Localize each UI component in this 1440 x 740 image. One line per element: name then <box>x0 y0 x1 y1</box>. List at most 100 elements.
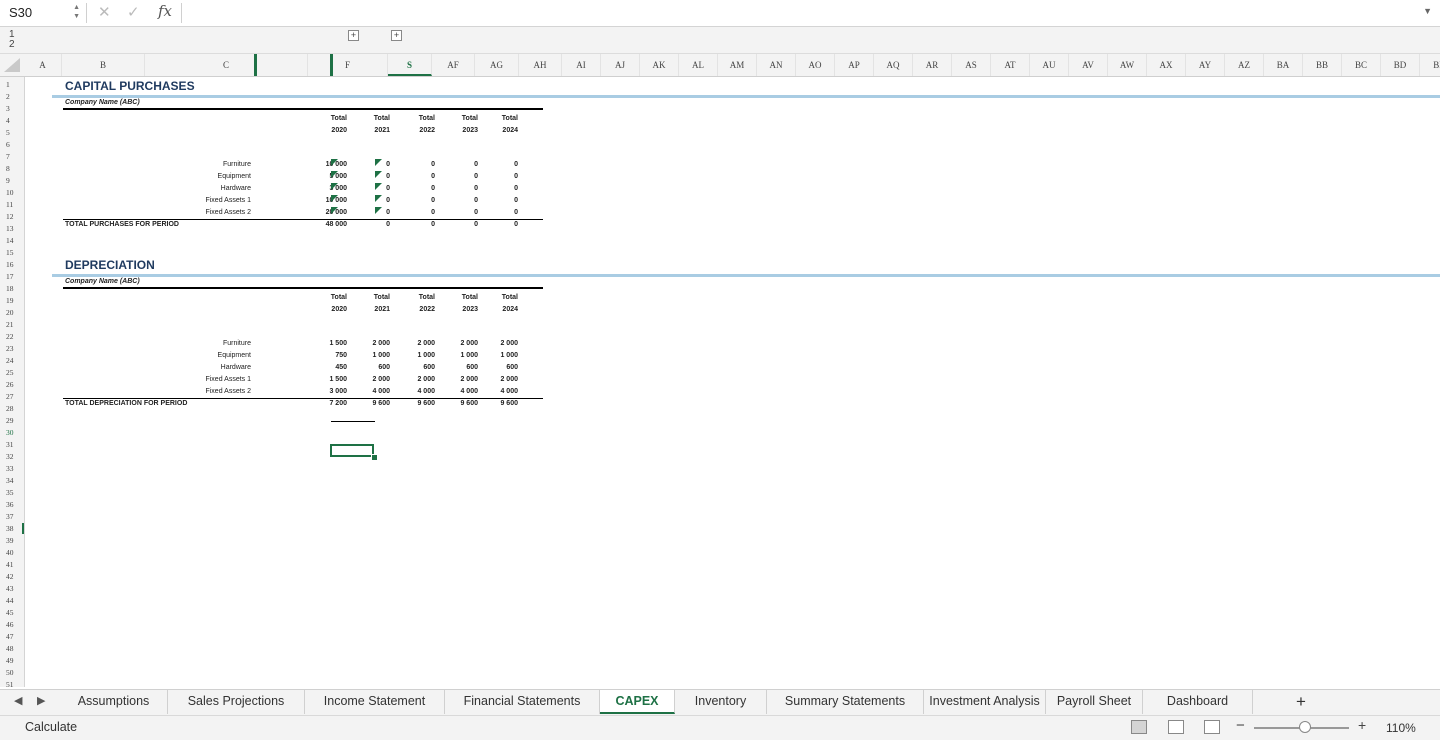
row-header-40[interactable]: 40 <box>0 548 28 557</box>
row-header-32[interactable]: 32 <box>0 452 28 461</box>
column-header-s[interactable]: S <box>388 54 432 76</box>
row-header-36[interactable]: 36 <box>0 500 28 509</box>
row-header-46[interactable]: 46 <box>0 620 28 629</box>
row-header-38[interactable]: 38 <box>0 524 28 533</box>
value-cell[interactable]: 4 000 <box>395 388 435 395</box>
column-header-ak[interactable]: AK <box>640 54 679 76</box>
tab-payroll-sheet[interactable]: Payroll Sheet <box>1046 690 1143 714</box>
column-header-bd[interactable]: BD <box>1381 54 1420 76</box>
value-cell[interactable]: 750 <box>307 352 347 359</box>
row-header-47[interactable]: 47 <box>0 632 28 641</box>
row-header-27[interactable]: 27 <box>0 392 28 401</box>
total-value-cell[interactable]: 0 <box>478 221 518 228</box>
column-header-ba[interactable]: BA <box>1264 54 1303 76</box>
column-header-af[interactable]: AF <box>432 54 475 76</box>
value-cell[interactable]: 10 000 <box>307 161 347 168</box>
column-header-be[interactable]: BE <box>1420 54 1440 76</box>
value-cell[interactable]: 1 500 <box>307 340 347 347</box>
error-indicator-icon[interactable] <box>331 183 338 190</box>
row-header-21[interactable]: 21 <box>0 320 28 329</box>
value-cell[interactable]: 0 <box>395 197 435 204</box>
row-header-20[interactable]: 20 <box>0 308 28 317</box>
row-header-15[interactable]: 15 <box>0 248 28 257</box>
column-header-ag[interactable]: AG <box>475 54 519 76</box>
value-cell[interactable]: 0 <box>478 185 518 192</box>
row-header-24[interactable]: 24 <box>0 356 28 365</box>
name-box[interactable]: S30 ▲ ▼ <box>4 3 84 22</box>
row-header-26[interactable]: 26 <box>0 380 28 389</box>
column-header-ar[interactable]: AR <box>913 54 952 76</box>
row-header-6[interactable]: 6 <box>0 140 28 149</box>
column-header-ah[interactable]: AH <box>519 54 562 76</box>
value-cell[interactable]: 0 <box>350 209 390 216</box>
column-header-ay[interactable]: AY <box>1186 54 1225 76</box>
add-sheet-button[interactable]: + <box>1296 690 1306 714</box>
value-cell[interactable]: 20 000 <box>307 209 347 216</box>
column-header-ao[interactable]: AO <box>796 54 835 76</box>
row-header-51[interactable]: 51 <box>0 680 28 689</box>
row-header-25[interactable]: 25 <box>0 368 28 377</box>
row-header-13[interactable]: 13 <box>0 224 28 233</box>
close-icon[interactable]: ✕ <box>98 3 111 22</box>
row-header-37[interactable]: 37 <box>0 512 28 521</box>
value-cell[interactable]: 0 <box>395 161 435 168</box>
value-cell[interactable]: 600 <box>478 364 518 371</box>
value-cell[interactable]: 0 <box>395 209 435 216</box>
error-indicator-icon[interactable] <box>331 159 338 166</box>
column-header-as[interactable]: AS <box>952 54 991 76</box>
row-header-42[interactable]: 42 <box>0 572 28 581</box>
tab-financial-statements[interactable]: Financial Statements <box>445 690 600 714</box>
next-sheet-icon[interactable]: ▶ <box>37 694 45 707</box>
column-header-b[interactable]: B <box>62 54 145 76</box>
normal-view-icon[interactable] <box>1131 720 1147 734</box>
column-header-aw[interactable]: AW <box>1108 54 1147 76</box>
page-layout-view-icon[interactable] <box>1168 720 1184 734</box>
column-header-aq[interactable]: AQ <box>874 54 913 76</box>
value-cell[interactable]: 4 000 <box>478 388 518 395</box>
fill-handle[interactable] <box>371 454 378 461</box>
row-header-7[interactable]: 7 <box>0 152 28 161</box>
value-cell[interactable]: 2 000 <box>350 376 390 383</box>
select-all-button[interactable] <box>4 58 20 72</box>
column-header-ai[interactable]: AI <box>562 54 601 76</box>
column-header-am[interactable]: AM <box>718 54 757 76</box>
row-header-50[interactable]: 50 <box>0 668 28 677</box>
value-cell[interactable]: 2 000 <box>395 376 435 383</box>
row-header-14[interactable]: 14 <box>0 236 28 245</box>
tab-assumptions[interactable]: Assumptions <box>60 690 168 714</box>
row-header-18[interactable]: 18 <box>0 284 28 293</box>
error-indicator-icon[interactable] <box>375 171 382 178</box>
row-header-10[interactable]: 10 <box>0 188 28 197</box>
value-cell[interactable]: 0 <box>438 161 478 168</box>
row-header-28[interactable]: 28 <box>0 404 28 413</box>
total-value-cell[interactable]: 7 200 <box>307 400 347 407</box>
value-cell[interactable]: 0 <box>438 173 478 180</box>
value-cell[interactable]: 450 <box>307 364 347 371</box>
row-header-48[interactable]: 48 <box>0 644 28 653</box>
value-cell[interactable]: 2 000 <box>438 376 478 383</box>
error-indicator-icon[interactable] <box>331 171 338 178</box>
sheet-grid[interactable]: CAPITAL PURCHASES Company Name (ABC) Tot… <box>25 54 1440 687</box>
error-indicator-icon[interactable] <box>375 195 382 202</box>
row-header-4[interactable]: 4 <box>0 116 28 125</box>
value-cell[interactable]: 0 <box>395 173 435 180</box>
tab-sales-projections[interactable]: Sales Projections <box>168 690 305 714</box>
value-cell[interactable]: 0 <box>350 185 390 192</box>
value-cell[interactable]: 2 000 <box>478 376 518 383</box>
row-header-43[interactable]: 43 <box>0 584 28 593</box>
row-header-45[interactable]: 45 <box>0 608 28 617</box>
row-header-44[interactable]: 44 <box>0 596 28 605</box>
value-cell[interactable]: 4 000 <box>350 388 390 395</box>
value-cell[interactable]: 0 <box>350 197 390 204</box>
row-header-3[interactable]: 3 <box>0 104 28 113</box>
error-indicator-icon[interactable] <box>375 159 382 166</box>
row-header-12[interactable]: 12 <box>0 212 28 221</box>
row-header-30[interactable]: 30 <box>0 428 28 437</box>
zoom-out-button[interactable]: − <box>1236 717 1245 734</box>
value-cell[interactable]: 0 <box>350 161 390 168</box>
column-header-au[interactable]: AU <box>1030 54 1069 76</box>
value-cell[interactable]: 3 000 <box>307 388 347 395</box>
value-cell[interactable]: 0 <box>395 185 435 192</box>
column-header-at[interactable]: AT <box>991 54 1030 76</box>
total-value-cell[interactable]: 0 <box>350 221 390 228</box>
